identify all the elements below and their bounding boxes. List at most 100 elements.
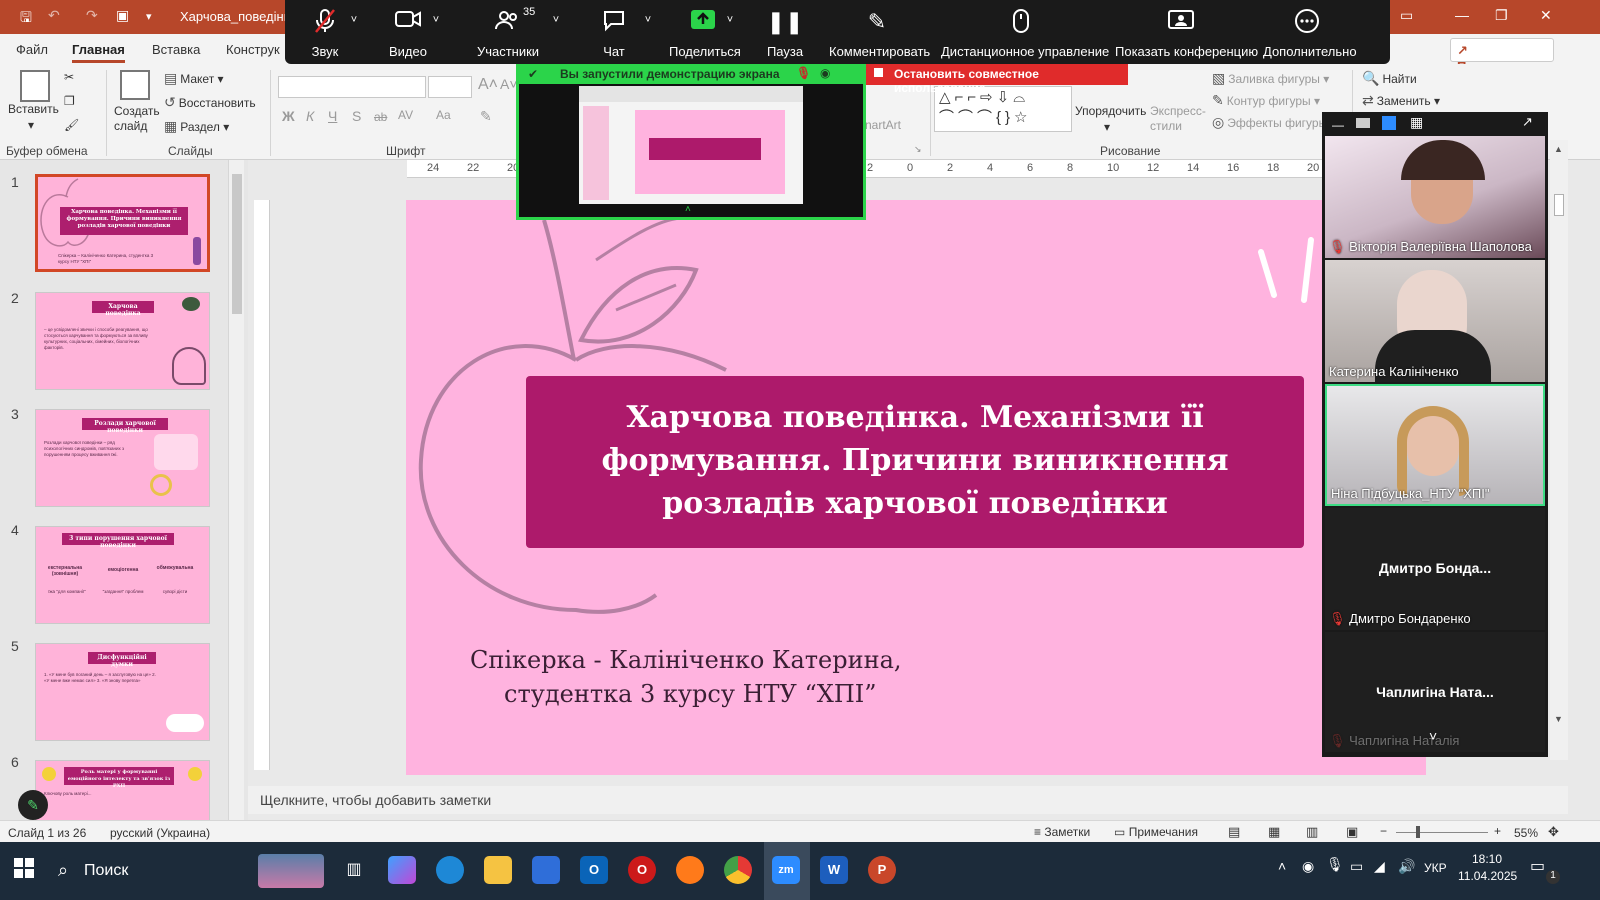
minimize-icon[interactable]: —: [1455, 7, 1469, 23]
chat-button[interactable]: Чат: [591, 0, 637, 64]
powerpoint-icon[interactable]: P: [868, 856, 896, 884]
slide-title-box[interactable]: Харчова поведінка. Механізми її формуван…: [526, 376, 1304, 548]
firefox-icon[interactable]: [676, 856, 704, 884]
store-icon[interactable]: [532, 856, 560, 884]
chrome-icon[interactable]: [724, 856, 752, 884]
notes-pane[interactable]: Щелкните, чтобы добавить заметки: [248, 786, 1568, 814]
zoom-in-icon[interactable]: +: [1494, 824, 1501, 838]
scroll-down-chevron-icon[interactable]: ˅: [1429, 728, 1437, 744]
speaker-line-2[interactable]: студентка 3 курсу НТУ “ХПІ”: [504, 680, 877, 708]
video-tile-1[interactable]: 🎙 Вікторія Валеріївна Шаполова: [1325, 136, 1545, 258]
grow-font-icon[interactable]: A˄: [478, 76, 498, 94]
tab-file[interactable]: Файл: [16, 42, 48, 57]
dialog-launcher-icon[interactable]: ↘: [914, 144, 922, 155]
battery-icon[interactable]: ▭: [1350, 858, 1363, 875]
bold-button[interactable]: Ж: [282, 108, 295, 124]
present-icon[interactable]: ▣: [116, 7, 129, 24]
file-explorer-icon[interactable]: [484, 856, 512, 884]
share-chevron-icon[interactable]: ˅: [721, 14, 739, 34]
view-strip-icon[interactable]: [1382, 116, 1396, 130]
video-options-chevron-icon[interactable]: ˅: [427, 14, 445, 34]
shape-fill-button[interactable]: ▧ Заливка фигуры ▾: [1212, 70, 1329, 87]
section-button[interactable]: ▦ Раздел ▾: [164, 118, 229, 135]
zoom-slider-thumb[interactable]: [1416, 826, 1420, 838]
undo-icon[interactable]: ↶: [48, 7, 60, 24]
remote-control-button[interactable]: Дистанционное управление: [941, 0, 1109, 64]
font-size-select[interactable]: [428, 76, 472, 98]
notification-icon[interactable]: ▭: [1530, 856, 1545, 876]
underline-button[interactable]: Ч: [328, 108, 337, 124]
strikethrough-button[interactable]: ab: [374, 110, 387, 124]
speaker-line-1[interactable]: Спікерка - Калініченко Катерина,: [470, 646, 902, 674]
ribbon-display-icon[interactable]: ▭: [1400, 7, 1413, 24]
arrange-dropdown-icon[interactable]: ▾: [1104, 120, 1110, 134]
smartart-label[interactable]: nartArt: [865, 118, 901, 132]
normal-view-icon[interactable]: ▤: [1228, 824, 1240, 840]
chat-chevron-icon[interactable]: ˅: [639, 14, 657, 34]
more-button[interactable]: Дополнительно: [1263, 0, 1357, 64]
expand-icon[interactable]: ↗: [1522, 114, 1533, 130]
camera-icon[interactable]: ◉: [1302, 858, 1314, 875]
notes-toggle[interactable]: ≡ Заметки: [1034, 825, 1090, 839]
view-single-icon[interactable]: [1356, 118, 1370, 128]
scroll-up-icon[interactable]: ▲: [1554, 144, 1563, 154]
slide-thumbnail-4[interactable]: 3 типи порушення харчової поведінки екст…: [35, 526, 210, 624]
quick-styles-button[interactable]: Экспресс-стили: [1150, 104, 1210, 134]
reading-view-icon[interactable]: ▥: [1306, 824, 1318, 840]
new-slide-icon[interactable]: [120, 70, 150, 100]
clock-date[interactable]: 11.04.2025: [1458, 869, 1517, 883]
clock-time[interactable]: 18:10: [1472, 852, 1502, 866]
font-name-select[interactable]: [278, 76, 426, 98]
editor-scrollbar[interactable]: ▲ ▼: [1550, 140, 1568, 760]
slide-sorter-icon[interactable]: ▦: [1268, 824, 1280, 840]
cut-icon[interactable]: ✂: [64, 70, 74, 84]
task-view-icon[interactable]: ▥: [340, 856, 368, 884]
arrange-button[interactable]: Упорядочить: [1075, 104, 1146, 118]
layout-button[interactable]: ▤ Макет ▾: [164, 70, 224, 87]
paste-button[interactable]: Вставить: [8, 102, 59, 116]
edge-icon[interactable]: [436, 856, 464, 884]
shape-effects-button[interactable]: ◎ Эффекты фигуры: [1212, 114, 1327, 131]
zoom-out-icon[interactable]: −: [1380, 824, 1387, 838]
highlight-icon[interactable]: ✎: [480, 108, 492, 125]
zoom-slider[interactable]: [1396, 832, 1488, 833]
copy-icon[interactable]: ❐: [64, 94, 75, 108]
zoom-level[interactable]: 55%: [1514, 826, 1538, 840]
minimize-icon[interactable]: —: [1332, 118, 1344, 132]
close-icon[interactable]: ✕: [1540, 7, 1552, 24]
find-button[interactable]: 🔍 Найти: [1362, 70, 1417, 87]
scroll-thumb[interactable]: [1554, 194, 1564, 216]
show-meeting-button[interactable]: Показать конференцию: [1115, 0, 1258, 64]
participants-chevron-icon[interactable]: ˅: [547, 14, 565, 34]
volume-icon[interactable]: 🔊: [1398, 858, 1415, 875]
scroll-down-icon[interactable]: ▼: [1554, 714, 1563, 724]
video-tile-4[interactable]: Дмитро Бонда... 🎙 Дмитро Бондаренко: [1325, 508, 1545, 630]
mute-button[interactable]: Звук: [299, 0, 351, 64]
zoom-app-icon[interactable]: zm: [772, 856, 800, 884]
pause-share-button[interactable]: ❚❚ Пауза: [757, 0, 813, 64]
spacing-button[interactable]: AV: [398, 108, 413, 122]
tab-insert[interactable]: Вставка: [152, 42, 200, 57]
collapse-chevron-icon[interactable]: ˄: [685, 204, 691, 215]
stop-share-button[interactable]: Остановить совместное использование: [866, 64, 1128, 95]
tab-design[interactable]: Конструк: [226, 42, 280, 57]
replace-button[interactable]: ⇄ Заменить ▾: [1362, 92, 1440, 109]
slide-thumbnail-2[interactable]: Харчова поведінка – це усвідомлені звичк…: [35, 292, 210, 390]
video-tile-5[interactable]: Чаплигіна Ната... 🎙 Чаплигіна Наталія ˅: [1325, 632, 1545, 752]
tab-home[interactable]: Главная: [72, 42, 125, 63]
shrink-font-icon[interactable]: A˅: [500, 76, 518, 92]
microphone-icon[interactable]: 🎙: [1326, 856, 1344, 873]
comments-toggle[interactable]: ▭ Примечания: [1114, 825, 1198, 839]
italic-button[interactable]: К: [306, 108, 314, 124]
fit-slide-icon[interactable]: ✥: [1548, 824, 1559, 840]
opera-icon[interactable]: O: [628, 856, 656, 884]
annotate-button[interactable]: ✎ Комментировать: [829, 0, 930, 64]
maximize-icon[interactable]: ❐: [1495, 7, 1508, 24]
reset-button[interactable]: ↺ Восстановить: [164, 94, 256, 111]
outlook-icon[interactable]: O: [580, 856, 608, 884]
keyboard-language[interactable]: УКР: [1424, 861, 1447, 875]
format-painter-icon[interactable]: 🖌: [64, 118, 79, 132]
save-icon[interactable]: 🖫: [20, 7, 32, 31]
taskbar-search[interactable]: ⌕ Поиск: [48, 852, 328, 890]
share-button[interactable]: ↗ Поделиться: [1450, 38, 1554, 74]
